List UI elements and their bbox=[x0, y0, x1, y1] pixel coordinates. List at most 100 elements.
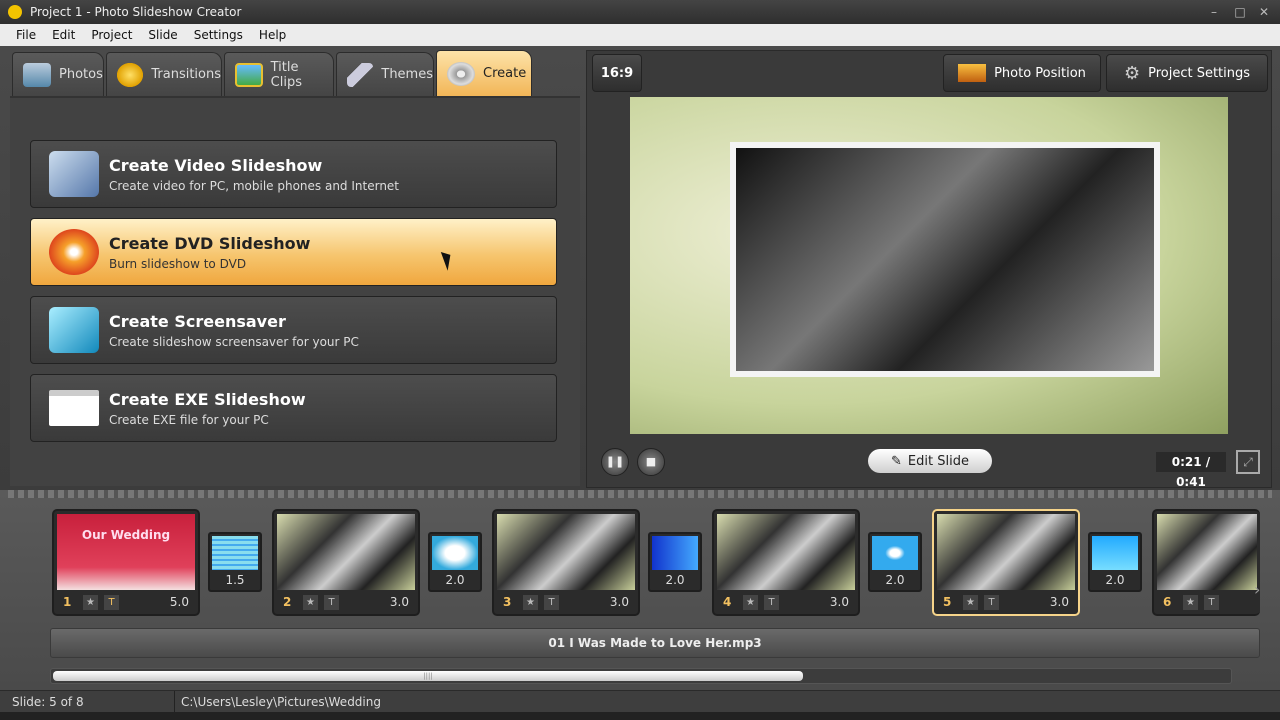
film-perforation bbox=[8, 490, 1272, 498]
slide-thumbnail[interactable]: 5 ★ T 3.0 bbox=[932, 509, 1080, 616]
video-music-icon bbox=[49, 151, 99, 197]
tab-create[interactable]: Create bbox=[436, 50, 532, 96]
menu-edit[interactable]: Edit bbox=[44, 24, 83, 46]
text-icon[interactable]: T bbox=[104, 594, 119, 610]
option-title: Create EXE Slideshow bbox=[109, 389, 306, 409]
star-icon[interactable]: ★ bbox=[1183, 594, 1198, 610]
scroll-right-icon[interactable]: › bbox=[1254, 580, 1260, 599]
menu-help[interactable]: Help bbox=[251, 24, 294, 46]
monitor-icon bbox=[49, 307, 99, 353]
camera-icon bbox=[23, 62, 51, 87]
menu-project[interactable]: Project bbox=[83, 24, 140, 46]
menu-bar: File Edit Project Slide Settings Help bbox=[0, 24, 1280, 46]
transition-duration: 2.0 bbox=[885, 573, 905, 587]
transition-image bbox=[652, 536, 698, 570]
slide-thumbnail[interactable]: 4 ★ T 3.0 bbox=[712, 509, 860, 616]
playback-time: 0:21 / 0:41 bbox=[1156, 452, 1226, 489]
tab-label: Title Clips bbox=[270, 59, 302, 90]
slide-thumbnail[interactable]: 6 ★ T bbox=[1152, 509, 1260, 616]
aspect-label: 16:9 bbox=[600, 65, 634, 81]
pause-button[interactable]: ❚❚ bbox=[601, 448, 629, 476]
aspect-ratio-button[interactable]: 16:9 bbox=[592, 54, 642, 92]
tab-label: Transitions bbox=[151, 67, 221, 82]
transition-image bbox=[432, 536, 478, 570]
star-icon[interactable]: ★ bbox=[303, 594, 318, 610]
tab-label: Photos bbox=[59, 67, 103, 82]
button-label: Edit Slide bbox=[907, 453, 969, 469]
star-icon[interactable]: ★ bbox=[963, 594, 978, 610]
transition-thumbnail[interactable]: 2.0 bbox=[428, 532, 482, 592]
menu-file[interactable]: File bbox=[8, 24, 44, 46]
star-icon bbox=[117, 62, 144, 87]
transition-thumbnail[interactable]: 2.0 bbox=[648, 532, 702, 592]
slide-duration: 3.0 bbox=[389, 595, 409, 609]
transition-duration: 2.0 bbox=[1105, 573, 1125, 587]
slide-image bbox=[717, 514, 855, 590]
slide-number: 4 bbox=[723, 595, 732, 609]
minimize-button[interactable]: – bbox=[1204, 3, 1224, 21]
scrollbar-thumb[interactable]: |||| bbox=[53, 671, 803, 681]
create-screensaver-button[interactable]: Create Screensaver Create slideshow scree… bbox=[30, 296, 557, 364]
star-icon[interactable]: ★ bbox=[523, 594, 538, 610]
dvd-disc-icon bbox=[49, 229, 99, 275]
picture-icon bbox=[235, 62, 263, 87]
create-exe-slideshow-button[interactable]: Create EXE Slideshow Create EXE file for … bbox=[30, 374, 557, 442]
text-icon[interactable]: T bbox=[544, 594, 559, 610]
text-icon[interactable]: T bbox=[764, 594, 779, 610]
tab-transitions[interactable]: Transitions bbox=[106, 52, 222, 96]
star-icon[interactable]: ★ bbox=[83, 594, 98, 610]
option-title: Create Video Slideshow bbox=[109, 155, 323, 175]
transition-duration: 2.0 bbox=[665, 573, 685, 587]
option-title: Create Screensaver bbox=[109, 311, 286, 331]
preview-photo bbox=[730, 142, 1160, 377]
photo-position-button[interactable]: Photo Position bbox=[943, 54, 1101, 92]
text-icon[interactable]: T bbox=[1204, 594, 1219, 610]
window-icon bbox=[49, 390, 99, 426]
option-subtitle: Create video for PC, mobile phones and I… bbox=[109, 178, 400, 193]
tab-photos[interactable]: Photos bbox=[12, 52, 104, 96]
create-video-slideshow-button[interactable]: Create Video Slideshow Create video for P… bbox=[30, 140, 557, 208]
create-dvd-slideshow-button[interactable]: Create DVD Slideshow Burn slideshow to DV… bbox=[30, 218, 557, 286]
film-reel-icon bbox=[447, 61, 475, 86]
gear-icon: ⚙ bbox=[1123, 62, 1141, 84]
window-title: Project 1 - Photo Slideshow Creator bbox=[30, 5, 242, 19]
slide-duration: 3.0 bbox=[609, 595, 629, 609]
maximize-button[interactable]: □ bbox=[1230, 3, 1250, 21]
project-settings-button[interactable]: ⚙ Project Settings bbox=[1106, 54, 1268, 92]
timeline-scrollbar[interactable]: |||| bbox=[50, 668, 1232, 684]
transition-image bbox=[212, 536, 258, 570]
tab-title-clips[interactable]: Title Clips bbox=[224, 52, 334, 96]
text-icon[interactable]: T bbox=[324, 594, 339, 610]
transition-thumbnail[interactable]: 2.0 bbox=[868, 532, 922, 592]
slide-number: 2 bbox=[283, 595, 292, 609]
option-subtitle: Burn slideshow to DVD bbox=[109, 256, 247, 271]
edit-slide-button[interactable]: ✎ Edit Slide bbox=[868, 449, 992, 473]
menu-settings[interactable]: Settings bbox=[186, 24, 251, 46]
slide-number: 5 bbox=[943, 595, 952, 609]
slide-number: 3 bbox=[503, 595, 512, 609]
transition-thumbnail[interactable]: 2.0 bbox=[1088, 532, 1142, 592]
tab-themes[interactable]: Themes bbox=[336, 52, 434, 96]
fullscreen-button[interactable]: ⤢ bbox=[1236, 450, 1260, 474]
slide-counter: Slide: 5 of 8 bbox=[12, 695, 84, 709]
photo-position-icon bbox=[958, 64, 987, 82]
slide-thumbnail[interactable]: 3 ★ T 3.0 bbox=[492, 509, 640, 616]
menu-slide[interactable]: Slide bbox=[140, 24, 185, 46]
audio-track[interactable]: 01 I Was Made to Love Her.mp3 bbox=[50, 628, 1260, 658]
stop-button[interactable]: ■ bbox=[637, 448, 665, 476]
option-title: Create DVD Slideshow bbox=[109, 233, 311, 253]
tab-label: Create bbox=[483, 66, 527, 81]
brush-icon bbox=[347, 62, 374, 87]
pencil-icon: ✎ bbox=[891, 453, 902, 469]
slide-thumbnail[interactable]: Our Wedding 1 ★ T 5.0 bbox=[52, 509, 200, 616]
text-icon[interactable]: T bbox=[984, 594, 999, 610]
button-label: Photo Position bbox=[994, 65, 1086, 81]
transition-thumbnail[interactable]: 1.5 bbox=[208, 532, 262, 592]
slide-thumbnail[interactable]: 2 ★ T 3.0 bbox=[272, 509, 420, 616]
close-button[interactable]: ✕ bbox=[1254, 3, 1274, 21]
button-label: Project Settings bbox=[1148, 65, 1251, 81]
transition-duration: 1.5 bbox=[225, 573, 245, 587]
star-icon[interactable]: ★ bbox=[743, 594, 758, 610]
transition-duration: 2.0 bbox=[445, 573, 465, 587]
slide-duration: 3.0 bbox=[829, 595, 849, 609]
